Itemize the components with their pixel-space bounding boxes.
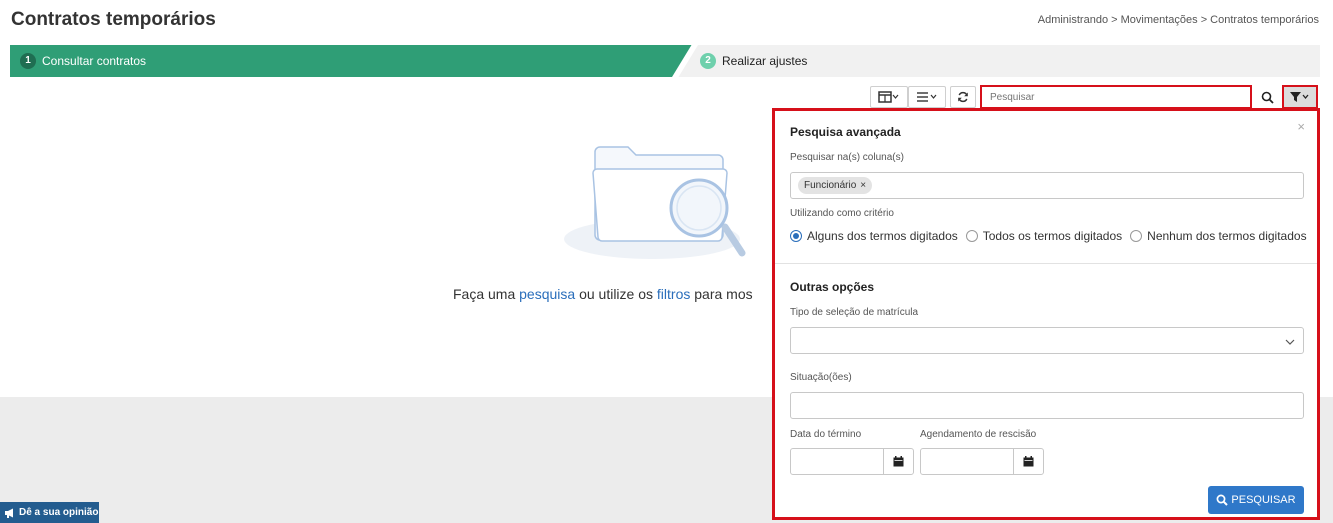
termination-schedule-label: Agendamento de rescisão — [920, 429, 1037, 440]
radio-alguns-termos[interactable]: Alguns dos termos digitados — [790, 229, 958, 243]
filter-icon — [1290, 92, 1309, 102]
search-icon — [1216, 494, 1229, 506]
columns-button[interactable] — [870, 86, 908, 108]
refresh-button[interactable] — [950, 86, 976, 108]
close-icon[interactable]: × — [1297, 119, 1305, 134]
feedback-button[interactable]: Dê a sua opinião — [0, 502, 99, 523]
calendar-icon — [1023, 456, 1034, 467]
step-number: 2 — [700, 53, 716, 69]
pesquisar-button[interactable]: PESQUISAR — [1208, 486, 1304, 514]
search-link[interactable]: pesquisa — [519, 286, 575, 302]
step-label: Realizar ajustes — [722, 54, 808, 68]
breadcrumb: Administrando > Movimentações > Contrato… — [1037, 14, 1319, 26]
radio-label: Todos os termos digitados — [982, 229, 1123, 243]
step-label: Consultar contratos — [42, 54, 147, 68]
columns-label: Pesquisar na(s) coluna(s) — [790, 152, 904, 163]
other-options-title: Outras opções — [790, 280, 875, 294]
radio-label: Alguns dos termos digitados — [807, 229, 958, 243]
divider — [775, 263, 1317, 264]
end-date-field[interactable] — [790, 448, 914, 475]
registration-type-select[interactable] — [790, 327, 1304, 354]
columns-multiselect[interactable]: Funcionário × — [790, 172, 1304, 199]
step-consultar-contratos[interactable]: 1 Consultar contratos — [10, 45, 692, 77]
criteria-label: Utilizando como critério — [790, 208, 894, 219]
columns-icon — [878, 91, 899, 103]
radio-todos-termos[interactable]: Todos os termos digitados — [965, 229, 1123, 243]
search-button[interactable] — [1256, 88, 1278, 106]
registration-type-label: Tipo de seleção de matrícula — [790, 307, 919, 318]
page-title: Contratos temporários — [11, 9, 216, 30]
list-icon — [917, 92, 937, 102]
end-date-label: Data do término — [790, 429, 862, 440]
status-label: Situação(ões) — [790, 372, 852, 383]
search-icon — [1261, 91, 1274, 104]
status-multiselect[interactable] — [790, 392, 1304, 419]
step-number: 1 — [20, 53, 36, 69]
search-field-wrapper — [980, 85, 1252, 109]
empty-text: Faça uma — [453, 286, 520, 302]
chevron-down-icon — [1285, 339, 1295, 345]
filters-link[interactable]: filtros — [657, 286, 690, 302]
feedback-label: Dê a sua opinião — [19, 507, 99, 518]
chip-remove-icon[interactable]: × — [860, 177, 866, 194]
criteria-radio-group: Alguns dos termos digitados Todos os ter… — [790, 229, 1315, 243]
wizard-steps: 1 Consultar contratos 2 Realizar ajustes — [10, 45, 1320, 77]
empty-text: para mos — [690, 286, 753, 302]
radio-button[interactable] — [790, 230, 802, 242]
calendar-icon — [893, 456, 904, 467]
chip-label: Funcionário — [804, 180, 857, 191]
termination-schedule-field[interactable] — [920, 448, 1044, 475]
megaphone-icon — [5, 508, 13, 518]
list-options-button[interactable] — [908, 86, 946, 108]
radio-nenhum-termo[interactable]: Nenhum dos termos digitados — [1130, 229, 1307, 243]
radio-button[interactable] — [965, 230, 978, 242]
empty-folder-illustration — [564, 146, 746, 259]
end-date-calendar-button[interactable] — [883, 449, 913, 474]
termination-schedule-calendar-button[interactable] — [1013, 449, 1043, 474]
radio-label: Nenhum dos termos digitados — [1147, 229, 1307, 243]
empty-state-message: Faça uma pesquisa ou utilize os filtros … — [453, 286, 773, 302]
radio-button[interactable] — [1130, 230, 1143, 242]
empty-text: ou utilize os — [575, 286, 657, 302]
advanced-search-title: Pesquisa avançada — [790, 125, 901, 139]
pesquisar-label: PESQUISAR — [1231, 494, 1296, 506]
search-input[interactable] — [982, 87, 1250, 108]
advanced-search-panel: × Pesquisa avançada Pesquisar na(s) colu… — [772, 108, 1320, 520]
filter-button[interactable] — [1282, 85, 1318, 109]
refresh-icon — [958, 91, 968, 103]
column-chip-funcionario: Funcionário × — [798, 177, 873, 194]
